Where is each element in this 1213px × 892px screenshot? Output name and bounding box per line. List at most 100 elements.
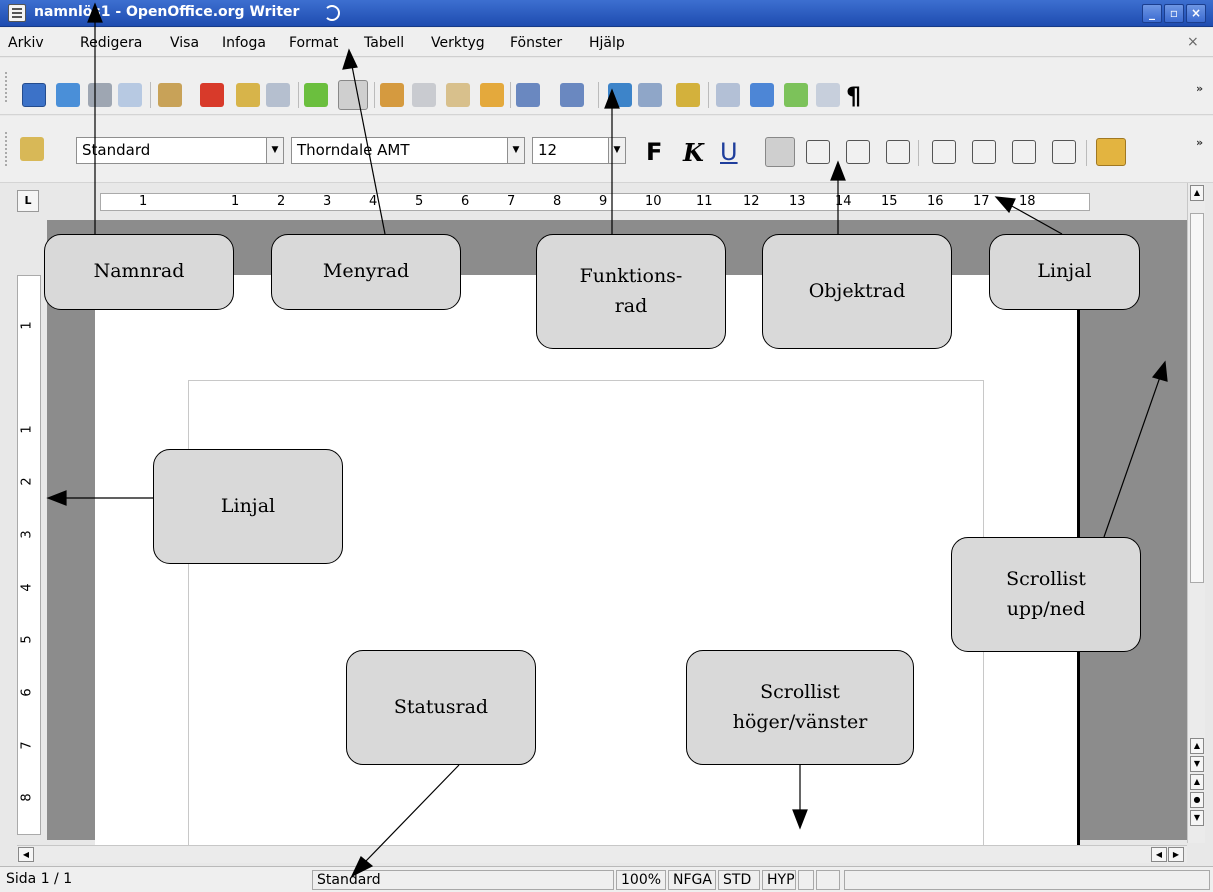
menu-fonster[interactable]: Fönster bbox=[510, 35, 562, 51]
bullets-icon[interactable] bbox=[972, 140, 996, 164]
scroll-up-icon[interactable]: ▲ bbox=[1190, 738, 1204, 754]
increase-indent-icon[interactable] bbox=[1052, 140, 1076, 164]
show-draw-functions-icon[interactable] bbox=[676, 83, 700, 107]
undo-icon[interactable] bbox=[516, 83, 540, 107]
edit-file-icon[interactable] bbox=[118, 83, 142, 107]
status-selection-mode[interactable]: STD bbox=[718, 870, 760, 890]
function-toolbar: ¶ » bbox=[0, 58, 1213, 115]
toolbar-grip[interactable] bbox=[5, 72, 9, 102]
format-paintbrush-icon[interactable] bbox=[480, 83, 504, 107]
tab-type-selector[interactable]: L bbox=[17, 190, 39, 212]
scroll-down-icon[interactable]: ▼ bbox=[1190, 756, 1204, 772]
ruler-tick: 16 bbox=[927, 194, 944, 209]
font-color-icon[interactable] bbox=[1096, 138, 1126, 166]
ruler-tick: 1 bbox=[19, 425, 35, 434]
minimize-button[interactable]: _ bbox=[1142, 4, 1162, 23]
ruler-tick: 8 bbox=[553, 194, 562, 209]
menu-visa[interactable]: Visa bbox=[170, 35, 199, 51]
chevron-down-icon[interactable]: ▼ bbox=[266, 138, 283, 163]
status-page: Sida 1 / 1 bbox=[2, 870, 310, 890]
cut-icon[interactable] bbox=[380, 83, 404, 107]
scroll-up-icon[interactable]: ▲ bbox=[1190, 185, 1204, 201]
paragraph-style-select[interactable]: Standard ▼ bbox=[76, 137, 284, 164]
numbering-icon[interactable] bbox=[932, 140, 956, 164]
menu-verktyg[interactable]: Verktyg bbox=[431, 35, 485, 51]
navigator-icon[interactable] bbox=[750, 83, 774, 107]
scroll-left-icon[interactable]: ◀ bbox=[18, 847, 34, 862]
vertical-scroll-thumb[interactable] bbox=[1190, 213, 1204, 583]
toolbar-grip[interactable] bbox=[5, 132, 9, 166]
writer-app-icon[interactable] bbox=[8, 4, 26, 22]
menu-infoga[interactable]: Infoga bbox=[222, 35, 266, 51]
callout-menyrad: Menyrad bbox=[271, 234, 461, 310]
gallery-icon[interactable] bbox=[784, 83, 808, 107]
status-hyperlink-mode[interactable]: HYP bbox=[762, 870, 796, 890]
previous-page-icon[interactable]: ▲ bbox=[1190, 774, 1204, 790]
toolbar-more-icon[interactable]: » bbox=[1196, 82, 1203, 95]
export-pdf-icon[interactable] bbox=[158, 83, 182, 107]
ruler-tick: 3 bbox=[323, 194, 332, 209]
align-left-icon[interactable] bbox=[765, 137, 795, 167]
open-icon[interactable] bbox=[56, 83, 80, 107]
scroll-left-icon[interactable]: ◀ bbox=[1151, 847, 1167, 862]
align-right-icon[interactable] bbox=[846, 140, 870, 164]
print-icon[interactable] bbox=[200, 83, 224, 107]
paste-icon[interactable] bbox=[446, 83, 470, 107]
ruler-tick: 8 bbox=[19, 793, 35, 802]
font-name-select[interactable]: Thorndale AMT ▼ bbox=[291, 137, 525, 164]
vertical-ruler[interactable]: 1 1 2 3 4 5 6 7 8 bbox=[17, 275, 41, 835]
menu-arkiv[interactable]: Arkiv bbox=[8, 35, 44, 51]
copy-icon[interactable] bbox=[412, 83, 436, 107]
redo-icon[interactable] bbox=[560, 83, 584, 107]
styles-stylist-icon[interactable] bbox=[20, 137, 44, 161]
ruler-tick: 1 bbox=[231, 194, 240, 209]
data-sources-icon[interactable] bbox=[816, 83, 840, 107]
formatting-marks-icon[interactable]: ¶ bbox=[846, 82, 861, 110]
ruler-tick: 3 bbox=[19, 530, 35, 539]
maximize-button[interactable]: ▫ bbox=[1164, 4, 1184, 23]
callout-objektrad: Objektrad bbox=[762, 234, 952, 349]
status-zoom[interactable]: 100% bbox=[616, 870, 666, 890]
ruler-tick: 6 bbox=[461, 194, 470, 209]
align-center-icon[interactable] bbox=[806, 140, 830, 164]
menu-redigera[interactable]: Redigera bbox=[80, 35, 142, 51]
horizontal-ruler[interactable]: 1 1 2 3 4 5 6 7 8 9 10 11 12 13 14 15 16… bbox=[100, 193, 1090, 211]
chevron-down-icon[interactable]: ▼ bbox=[507, 138, 524, 163]
menu-tabell[interactable]: Tabell bbox=[364, 35, 404, 51]
menu-hjalp[interactable]: Hjälp bbox=[589, 35, 625, 51]
underline-button[interactable]: U bbox=[720, 138, 738, 166]
callout-funktionsrad: Funktions- rad bbox=[536, 234, 726, 349]
find-replace-icon[interactable] bbox=[716, 83, 740, 107]
new-document-icon[interactable] bbox=[22, 83, 46, 107]
close-document-icon[interactable]: × bbox=[1187, 34, 1199, 50]
bold-button[interactable]: F bbox=[646, 138, 662, 166]
vertical-scrollbar[interactable]: ▲ ▲ ▼ ▲ ● ▼ bbox=[1187, 183, 1205, 843]
hyperlink-icon[interactable] bbox=[608, 83, 632, 107]
openoffice-logo-icon bbox=[324, 5, 340, 21]
italic-button[interactable]: K bbox=[683, 138, 704, 167]
ruler-tick: 15 bbox=[881, 194, 898, 209]
close-window-button[interactable]: × bbox=[1186, 4, 1206, 23]
spellcheck-icon[interactable] bbox=[266, 83, 290, 107]
decrease-indent-icon[interactable] bbox=[1012, 140, 1036, 164]
font-size-select[interactable]: 12 ▼ bbox=[532, 137, 626, 164]
menu-format[interactable]: Format bbox=[289, 35, 338, 51]
status-bar: Sida 1 / 1 Standard 100% NFGA STD HYP bbox=[0, 866, 1213, 892]
chevron-down-icon[interactable]: ▼ bbox=[608, 138, 625, 163]
navigation-icon[interactable]: ● bbox=[1190, 792, 1204, 808]
toolbar-more-icon[interactable]: » bbox=[1196, 136, 1203, 149]
status-insert-mode[interactable]: NFGA bbox=[668, 870, 716, 890]
table-icon[interactable] bbox=[638, 83, 662, 107]
autospellcheck-icon[interactable] bbox=[304, 83, 328, 107]
justify-icon[interactable] bbox=[886, 140, 910, 164]
horizontal-scrollbar[interactable]: ◀ ◀ ▶ bbox=[17, 845, 1187, 863]
ruler-tick: 5 bbox=[19, 635, 35, 644]
next-page-icon[interactable]: ▼ bbox=[1190, 810, 1204, 826]
formatting-toggle-icon[interactable] bbox=[338, 80, 368, 110]
save-icon[interactable] bbox=[88, 83, 112, 107]
callout-scroll-horizontal: Scrollist höger/vänster bbox=[686, 650, 914, 765]
ruler-tick: 1 bbox=[139, 194, 148, 209]
scroll-right-icon[interactable]: ▶ bbox=[1168, 847, 1184, 862]
status-style[interactable]: Standard bbox=[312, 870, 614, 890]
page-preview-icon[interactable] bbox=[236, 83, 260, 107]
